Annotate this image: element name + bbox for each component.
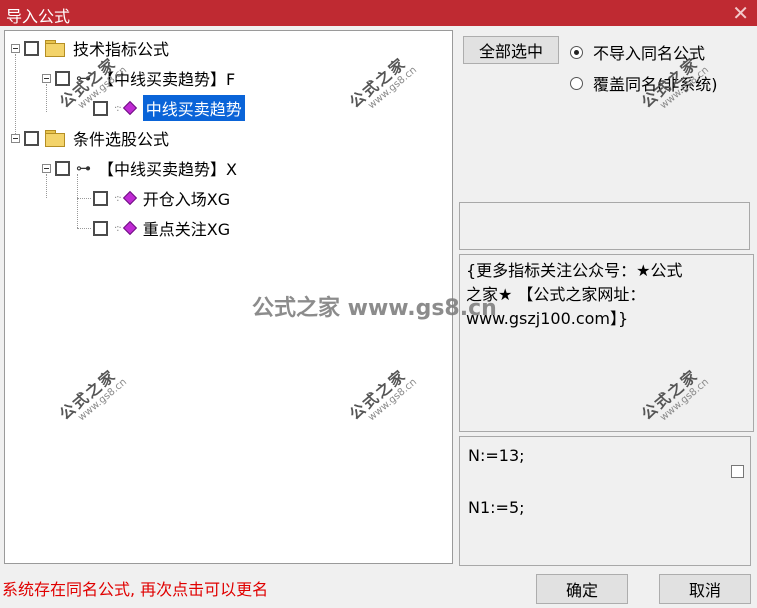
- minus-box-icon[interactable]: [11, 133, 20, 143]
- key-icon: ⊶: [76, 159, 91, 177]
- radio-overwrite[interactable]: 覆盖同名(非系统): [570, 71, 718, 95]
- tree-node-item[interactable]: ·:· 开仓入场XG: [93, 185, 230, 211]
- tree-node-label: 技术指标公式: [73, 40, 170, 59]
- radio-label: 不导入同名公式: [593, 44, 706, 63]
- description-line: 之家★ 【公式之家网址：: [466, 285, 646, 304]
- tree-checkbox[interactable]: [24, 40, 39, 56]
- ok-button[interactable]: 确定: [536, 574, 628, 604]
- tree-node-label: 【中线买卖趋势】F: [98, 70, 236, 89]
- radio-icon[interactable]: [570, 76, 583, 90]
- tree-connector: [77, 228, 91, 229]
- key-icon: ⊶: [76, 69, 91, 87]
- tree-checkbox[interactable]: [93, 190, 108, 206]
- minus-box-icon[interactable]: [42, 163, 51, 173]
- tree-node-item-selected[interactable]: ·:· 中线买卖趋势: [93, 95, 245, 121]
- dots-icon: ·:·: [114, 222, 122, 234]
- window-title: 导入公式: [6, 7, 71, 26]
- tree-node-label: 开仓入场XG: [142, 190, 231, 209]
- tree-node-select[interactable]: 条件选股公式: [11, 125, 169, 151]
- folder-icon: [45, 40, 65, 57]
- select-all-button[interactable]: 全部选中: [463, 36, 559, 64]
- tree-node-formula-f[interactable]: ⊶ 【中线买卖趋势】F: [42, 65, 235, 91]
- description-line: {更多指标关注公众号：★公式: [466, 261, 683, 280]
- tree-checkbox[interactable]: [55, 160, 70, 176]
- tree-node-tech[interactable]: 技术指标公式: [11, 35, 169, 61]
- minus-box-icon[interactable]: [11, 43, 20, 53]
- dots-icon: ·:·: [114, 102, 122, 114]
- status-message: 系统存在同名公式, 再次点击可以更名: [2, 580, 269, 599]
- description-panel: {更多指标关注公众号：★公式 之家★ 【公式之家网址： www.gszj100.…: [459, 254, 754, 432]
- gem-icon: [122, 220, 137, 236]
- param-checkbox[interactable]: [731, 465, 744, 478]
- close-icon[interactable]: ✕: [732, 0, 749, 26]
- gem-icon: [122, 100, 137, 116]
- folder-icon: [45, 130, 65, 147]
- tree-checkbox[interactable]: [55, 70, 70, 86]
- tree-connector: [77, 174, 78, 228]
- tree-node-label: 【中线买卖趋势】X: [98, 160, 237, 179]
- tree-node-label: 重点关注XG: [142, 220, 231, 239]
- description-line: www.gszj100.com】}: [466, 309, 629, 328]
- param-spacer: [468, 469, 742, 495]
- minus-box-icon[interactable]: [42, 73, 51, 83]
- tree-node-item[interactable]: ·:· 重点关注XG: [93, 215, 230, 241]
- tree-checkbox[interactable]: [24, 130, 39, 146]
- title-bar: 导入公式 ✕: [0, 0, 757, 26]
- params-panel: N:=13; N1:=5;: [459, 436, 751, 566]
- tree-node-formula-x[interactable]: ⊶ 【中线买卖趋势】X: [42, 155, 237, 181]
- param-line: N1:=5;: [468, 498, 525, 517]
- radio-no-import[interactable]: 不导入同名公式: [570, 40, 705, 64]
- tree-connector: [77, 198, 91, 199]
- tree-node-label: 条件选股公式: [73, 130, 170, 149]
- gem-icon: [122, 190, 137, 206]
- rename-field[interactable]: [459, 202, 750, 250]
- tree-checkbox[interactable]: [93, 100, 108, 116]
- radio-label: 覆盖同名(非系统): [593, 75, 718, 94]
- radio-icon[interactable]: [570, 45, 583, 59]
- cancel-button[interactable]: 取消: [659, 574, 751, 604]
- tree-checkbox[interactable]: [93, 220, 108, 236]
- param-line: N:=13;: [468, 446, 525, 465]
- tree-node-label: 中线买卖趋势: [142, 95, 245, 121]
- formula-tree[interactable]: 技术指标公式 ⊶ 【中线买卖趋势】F ·:· 中线买卖趋势 条件选股公式 ⊶ 【…: [4, 30, 453, 564]
- dots-icon: ·:·: [114, 192, 122, 204]
